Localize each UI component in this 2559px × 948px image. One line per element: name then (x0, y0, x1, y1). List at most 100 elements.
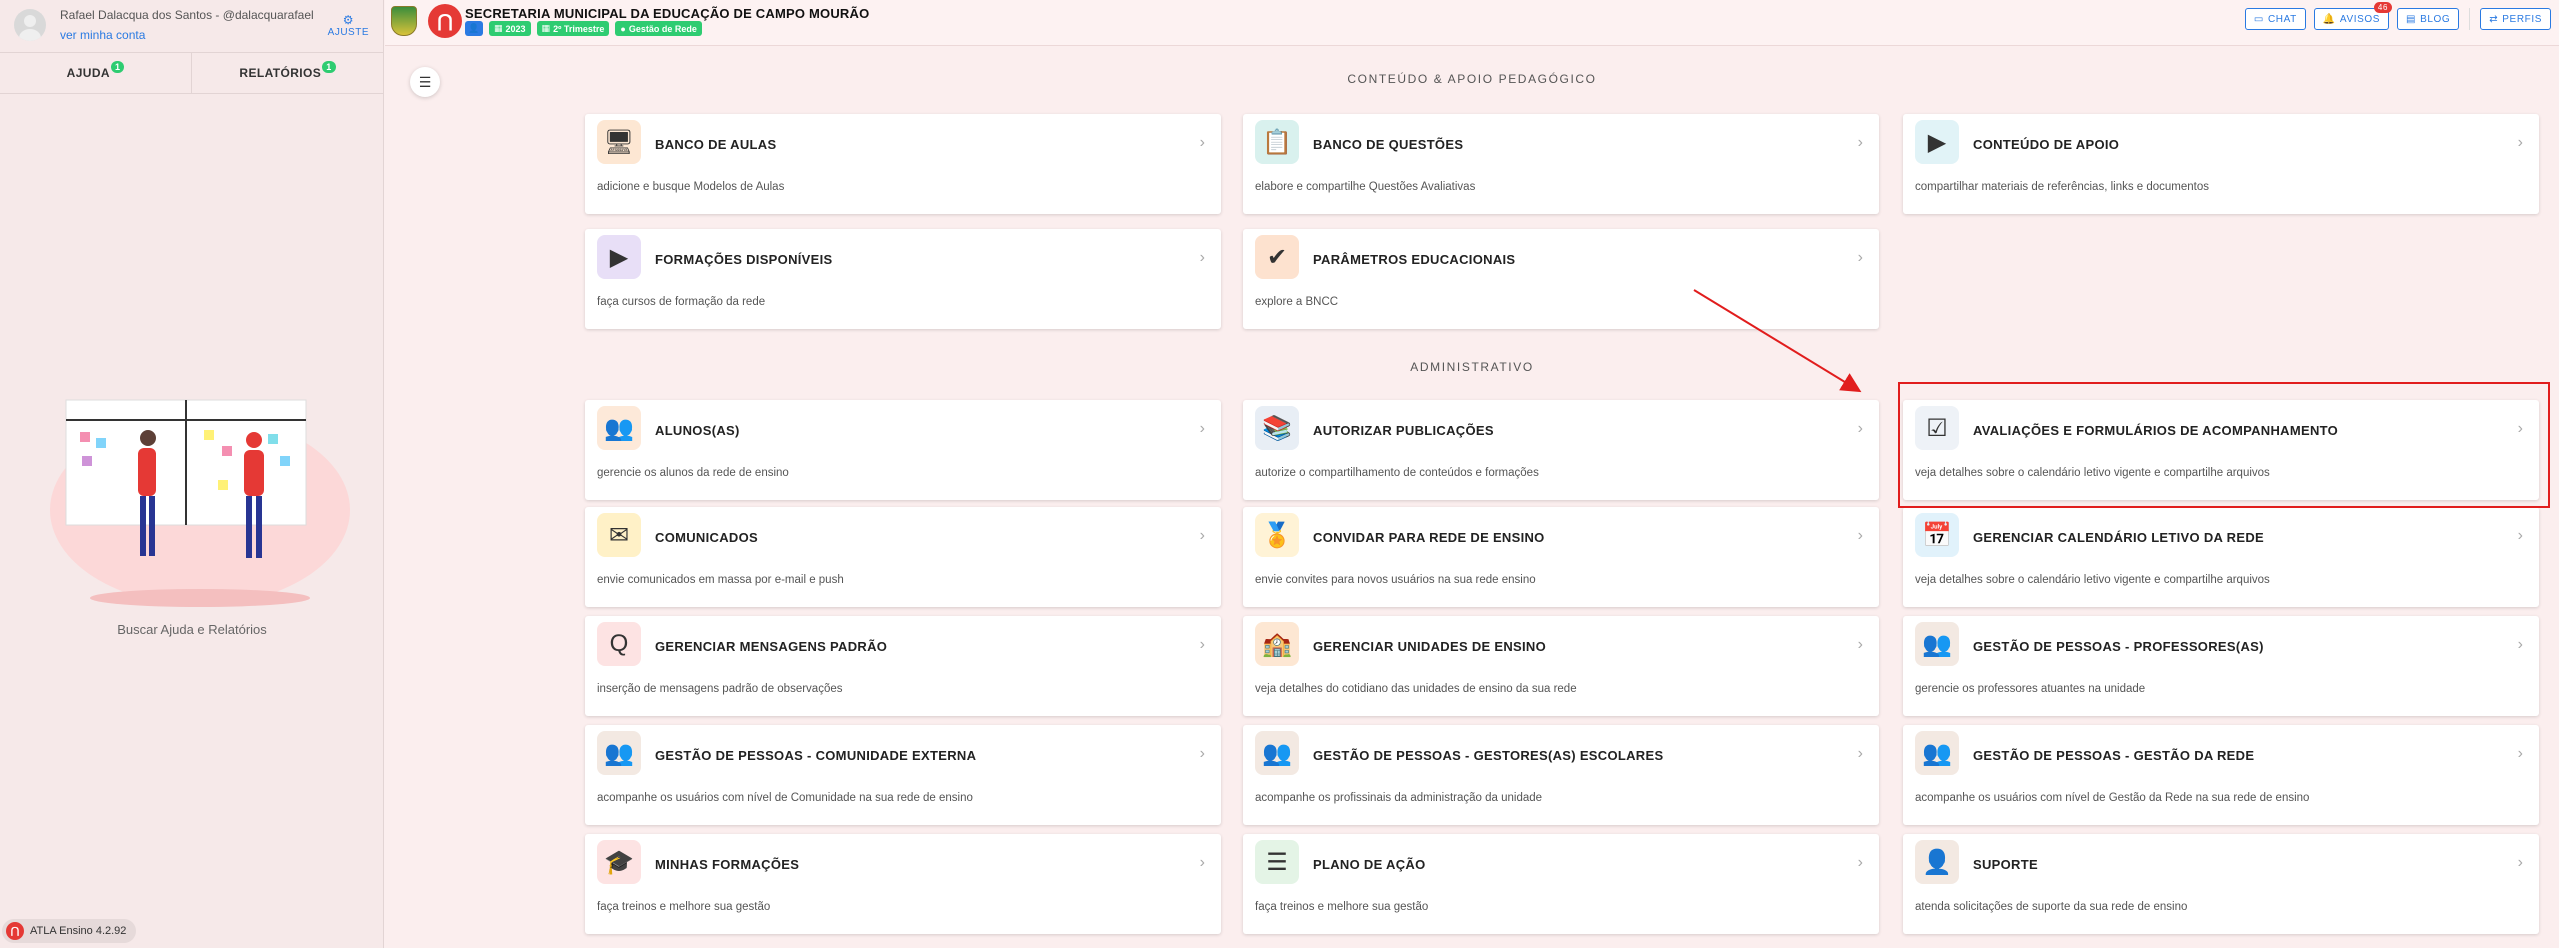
perfis-label: PERFIS (2502, 13, 2542, 25)
help-caption: Buscar Ajuda e Relatórios (117, 622, 267, 637)
version-label: ATLA Ensino 4.2.92 (30, 925, 127, 937)
card-gestao-da-rede[interactable]: 👥 GESTÃO DE PESSOAS - GESTÃO DA REDE aco… (1903, 725, 2539, 825)
header-tags: 👤 ▦ 2023 ▦ 2º Trimestre ● Gestão de Rede (465, 21, 702, 36)
card-desc: compartilhar materiais de referências, l… (1915, 181, 2210, 193)
atla-logo-icon[interactable]: ⋂ (428, 4, 462, 38)
list-icon: ☰ (418, 73, 432, 90)
school-icon: 🏫 (1255, 622, 1299, 666)
card-formacoes-disponiveis[interactable]: ▶ FORMAÇÕES DISPONÍVEIS faça cursos de f… (585, 229, 1221, 329)
chevron-right-icon: › (1199, 249, 1205, 266)
tab-relatorios[interactable]: RELATÓRIOS 1 (191, 53, 383, 93)
card-desc: envie convites para novos usuários na su… (1255, 574, 1536, 586)
card-autorizar-publicacoes[interactable]: 📚 AUTORIZAR PUBLICAÇÕES autorize o compa… (1243, 400, 1879, 500)
card-title: CONVIDAR PARA REDE DE ENSINO (1313, 530, 1545, 545)
sidebar: Rafael Dalacqua dos Santos - @dalacquara… (0, 0, 384, 948)
period-tag[interactable]: ▦ 2º Trimestre (536, 21, 610, 36)
card-comunidade-externa[interactable]: 👥 GESTÃO DE PESSOAS - COMUNIDADE EXTERNA… (585, 725, 1221, 825)
card-desc: faça treinos e melhore sua gestão (1255, 901, 1429, 913)
user-info: Rafael Dalacqua dos Santos - @dalacquara… (60, 5, 314, 45)
managers-icon: 👥 (1255, 731, 1299, 775)
role-tag[interactable]: ● Gestão de Rede (615, 21, 702, 36)
card-gestao-professores[interactable]: 👥 GESTÃO DE PESSOAS - PROFESSORES(AS) ge… (1903, 616, 2539, 716)
calendar-icon: ▦ (541, 23, 551, 33)
card-minhas-formacoes[interactable]: 🎓 MINHAS FORMAÇÕES faça treinos e melhor… (585, 834, 1221, 934)
user-tag-icon: 👤 (465, 21, 483, 36)
card-suporte[interactable]: 👤 SUPORTE atenda solicitações de suporte… (1903, 834, 2539, 934)
card-title: PLANO DE AÇÃO (1313, 857, 1426, 872)
card-comunicados[interactable]: ✉ COMUNICADOS envie comunicados em massa… (585, 507, 1221, 607)
certificate-icon: 🎓 (597, 840, 641, 884)
highlight-box (1898, 382, 2550, 508)
avisos-button[interactable]: 🔔 AVISOS 46 (2313, 2, 2393, 30)
card-calendario-letivo[interactable]: 📅 GERENCIAR CALENDÁRIO LETIVO DA REDE ve… (1903, 507, 2539, 607)
card-parametros-educacionais[interactable]: ✔ PARÂMETROS EDUCACIONAIS explore a BNCC… (1243, 229, 1879, 329)
year-tag[interactable]: ▦ 2023 (489, 21, 531, 36)
blog-button[interactable]: ▤ BLOG (2397, 8, 2460, 30)
card-desc: gerencie os professores atuantes na unid… (1915, 683, 2146, 695)
sidebar-tabs: AJUDA 1 RELATÓRIOS 1 (0, 52, 383, 94)
card-desc: autorize o compartilhamento de conteúdos… (1255, 467, 1539, 479)
city-crest-icon (391, 6, 417, 36)
role-label: Gestão de Rede (628, 23, 697, 34)
card-desc: explore a BNCC (1255, 296, 1339, 308)
avisos-label: AVISOS (2339, 13, 2381, 25)
card-desc: atenda solicitações de suporte da sua re… (1915, 901, 2188, 913)
training-icon: ▶ (597, 235, 641, 279)
chevron-right-icon: › (1857, 636, 1863, 653)
header-actions: ▭ CHAT 🔔 AVISOS 46 ▤ BLOG ⇄ PERFIS (2244, 2, 2559, 30)
gear-icon: ⚙ (342, 12, 354, 27)
tab-ajuda[interactable]: AJUDA 1 (0, 53, 191, 93)
chevron-right-icon: › (1199, 420, 1205, 437)
help-illustration (50, 399, 350, 607)
chevron-right-icon: › (1857, 249, 1863, 266)
section-title-pedagogico: CONTEÚDO & APOIO PEDAGÓGICO (1347, 72, 1597, 86)
card-title: GERENCIAR MENSAGENS PADRÃO (655, 639, 888, 654)
chevron-right-icon: › (1857, 745, 1863, 762)
pin-icon: ● (620, 23, 626, 34)
card-conteudo-de-apoio[interactable]: ▶ CONTEÚDO DE APOIO compartilhar materia… (1903, 114, 2539, 214)
count-badge: 1 (322, 61, 336, 73)
blog-icon: ▤ (2406, 13, 2417, 25)
menu-list-button[interactable]: ☰ (410, 67, 440, 97)
teachers-icon: 👥 (1915, 622, 1959, 666)
avatar[interactable] (14, 9, 46, 41)
card-plano-de-acao[interactable]: ☰ PLANO DE AÇÃO faça treinos e melhore s… (1243, 834, 1879, 934)
card-desc: faça cursos de formação da rede (597, 296, 766, 308)
atla-logo-icon: ⋂ (6, 922, 24, 940)
card-desc: adicione e busque Modelos de Aulas (597, 181, 785, 193)
community-icon: 👥 (597, 731, 641, 775)
card-desc: elabore e compartilhe Questões Avaliativ… (1255, 181, 1476, 193)
card-banco-de-questoes[interactable]: 📋 BANCO DE QUESTÕES elabore e compartilh… (1243, 114, 1879, 214)
chevron-right-icon: › (1857, 854, 1863, 871)
books-icon: 📚 (1255, 406, 1299, 450)
card-title: PARÂMETROS EDUCACIONAIS (1313, 252, 1516, 267)
org-title: SECRETARIA MUNICIPAL DA EDUCAÇÃO DE CAMP… (465, 6, 870, 21)
account-link[interactable]: ver minha conta (60, 25, 314, 45)
chevron-right-icon: › (2517, 527, 2523, 544)
card-title: COMUNICADOS (655, 530, 758, 545)
settings-button[interactable]: ⚙ AJUSTE (328, 13, 369, 38)
chevron-right-icon: › (2517, 134, 2523, 151)
support-icon: 👤 (1915, 840, 1959, 884)
action-plan-icon: ☰ (1255, 840, 1299, 884)
user-bar: Rafael Dalacqua dos Santos - @dalacquara… (0, 0, 383, 50)
card-gestores-escolares[interactable]: 👥 GESTÃO DE PESSOAS - GESTORES(AS) ESCOL… (1243, 725, 1879, 825)
chevron-right-icon: › (2517, 745, 2523, 762)
card-unidades-ensino[interactable]: 🏫 GERENCIAR UNIDADES DE ENSINO veja deta… (1243, 616, 1879, 716)
settings-label: AJUSTE (327, 26, 369, 38)
card-desc: faça treinos e melhore sua gestão (597, 901, 771, 913)
card-title: ALUNOS(AS) (655, 423, 740, 438)
card-title: GESTÃO DE PESSOAS - PROFESSORES(AS) (1973, 639, 2264, 654)
chevron-right-icon: › (2517, 636, 2523, 653)
blog-label: BLOG (2420, 13, 2451, 25)
chevron-right-icon: › (1199, 527, 1205, 544)
divider (2469, 8, 2471, 30)
card-banco-de-aulas[interactable]: 🖥 BANCO DE AULAS adicione e busque Model… (585, 114, 1221, 214)
card-mensagens-padrao[interactable]: Q GERENCIAR MENSAGENS PADRÃO inserção de… (585, 616, 1221, 716)
period-label: 2º Trimestre (553, 23, 605, 34)
perfis-button[interactable]: ⇄ PERFIS (2480, 8, 2551, 30)
card-alunos[interactable]: 👥 ALUNOS(AS) gerencie os alunos da rede … (585, 400, 1221, 500)
chat-button[interactable]: ▭ CHAT (2244, 8, 2306, 30)
card-convidar-rede[interactable]: 🏅 CONVIDAR PARA REDE DE ENSINO envie con… (1243, 507, 1879, 607)
card-title: FORMAÇÕES DISPONÍVEIS (655, 252, 833, 267)
